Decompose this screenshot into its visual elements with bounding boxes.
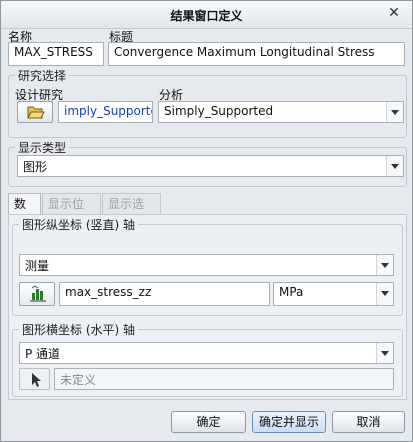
dialog-window: 结果窗口定义 ✕ 名称 MAX_STRESS 标题 Convergence Ma… <box>0 0 413 442</box>
tab-quantity[interactable]: 数量 <box>8 193 41 231</box>
x-axis-legend: 图形横坐标 (水平) 轴 <box>22 323 135 337</box>
tab-display-location[interactable]: 显示位置 <box>42 193 101 231</box>
close-icon[interactable]: ✕ <box>386 5 402 21</box>
unit-value: MPa <box>279 285 304 299</box>
title-input[interactable]: Convergence Maximum Longitudinal Stress <box>108 42 405 66</box>
select-arrow-button[interactable] <box>19 368 50 390</box>
chevron-down-icon[interactable] <box>376 255 393 275</box>
display-type-legend: 显示类型 <box>18 141 67 155</box>
x-pass-value: P 通道 <box>25 347 61 361</box>
dialog-title: 结果窗口定义 <box>170 9 243 23</box>
chevron-down-icon[interactable] <box>386 102 403 122</box>
measure-button[interactable] <box>19 282 55 306</box>
unit-select[interactable]: MPa <box>273 282 394 306</box>
name-input[interactable]: MAX_STRESS <box>8 42 104 66</box>
chevron-down-icon[interactable] <box>376 343 393 363</box>
analysis-select[interactable]: Simply_Supported <box>158 101 404 123</box>
display-type-select[interactable]: 图形 <box>17 155 404 177</box>
display-type-value: 图形 <box>23 160 48 174</box>
y-quantity-select[interactable]: 测量 <box>19 254 394 276</box>
folder-open-icon <box>27 106 45 119</box>
open-study-button[interactable] <box>17 101 53 123</box>
analysis-value: Simply_Supported <box>164 104 274 118</box>
tab-display-options[interactable]: 显示选项 <box>102 193 161 231</box>
y-quantity-value: 测量 <box>25 259 50 273</box>
title-bar[interactable]: 结果窗口定义 ✕ <box>1 1 412 29</box>
select-arrow-icon <box>32 373 41 387</box>
chevron-down-icon[interactable] <box>376 283 393 305</box>
chevron-down-icon[interactable] <box>386 156 403 176</box>
ok-button[interactable]: 确定 <box>171 411 246 433</box>
cancel-button[interactable]: 取消 <box>332 411 405 433</box>
y-axis-legend: 图形纵坐标 (竖直) 轴 <box>22 218 135 232</box>
measure-icon <box>30 285 46 302</box>
x-pass-select[interactable]: P 通道 <box>19 342 394 364</box>
measure-field[interactable]: max_stress_zz <box>59 282 270 306</box>
x-undefined-field[interactable]: 未定义 <box>54 368 394 390</box>
study-selection-legend: 研究选择 <box>18 69 67 83</box>
design-study-field[interactable]: imply_Supported <box>58 101 153 123</box>
ok-show-button[interactable]: 确定并显示 <box>252 411 326 433</box>
